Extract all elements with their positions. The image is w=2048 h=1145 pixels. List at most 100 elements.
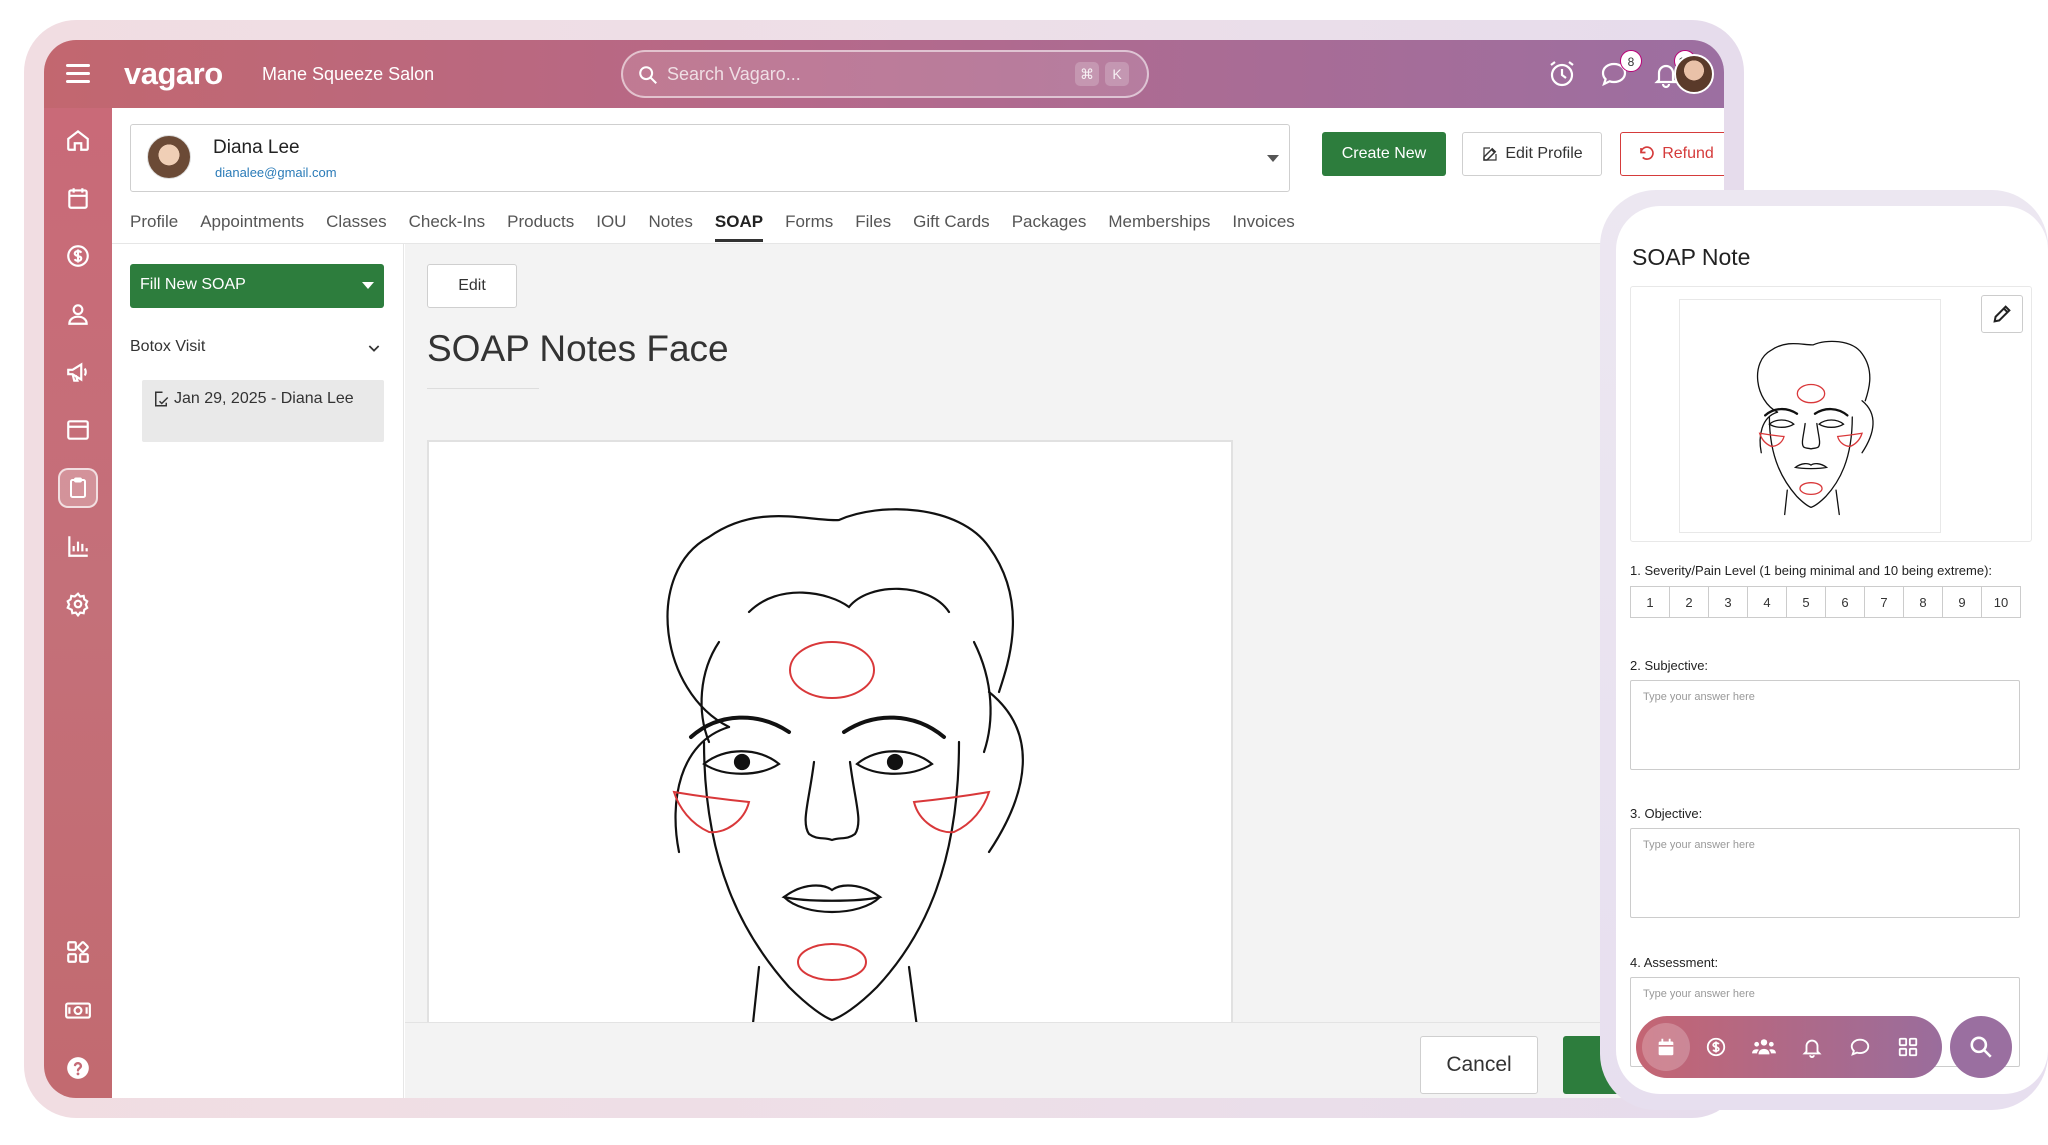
scale-option[interactable]: 3: [1708, 586, 1748, 618]
question-severity: 1. Severity/Pain Level (1 being minimal …: [1630, 563, 1993, 578]
soap-content: Edit SOAP Notes Face Cancel: [405, 244, 1724, 1098]
k-key: K: [1105, 62, 1129, 86]
scale-option[interactable]: 7: [1864, 586, 1904, 618]
client-avatar: [147, 135, 191, 179]
calendar-icon[interactable]: [58, 178, 98, 218]
title-underline: [427, 388, 539, 389]
megaphone-icon[interactable]: [58, 352, 98, 392]
question-assessment: 4. Assessment:: [1630, 955, 1719, 970]
severity-scale: 1 2 3 4 5 6 7 8 9 10: [1630, 586, 2021, 618]
top-bar: vagaro Mane Squeeze Salon Search Vagaro.…: [44, 40, 1724, 108]
tab-gift-cards[interactable]: Gift Cards: [913, 206, 990, 242]
question-subjective: 2. Subjective:: [1630, 658, 1709, 673]
tab-forms[interactable]: Forms: [785, 206, 833, 242]
dollar-icon[interactable]: [58, 236, 98, 276]
create-new-button[interactable]: Create New: [1322, 132, 1446, 176]
search-bar[interactable]: Search Vagaro... ⌘ K: [621, 50, 1149, 98]
chat-icon[interactable]: [1836, 1023, 1884, 1071]
undo-icon: [1640, 146, 1654, 160]
scale-option[interactable]: 10: [1981, 586, 2021, 618]
clipboard-icon[interactable]: [58, 468, 98, 508]
alarm-clock-icon[interactable]: [1546, 58, 1578, 90]
pencil-icon[interactable]: [1981, 295, 2023, 333]
cmd-key: ⌘: [1075, 62, 1099, 86]
fill-new-soap-button[interactable]: Fill New SOAP: [130, 264, 384, 308]
subjective-field[interactable]: Type your answer here: [1630, 680, 2020, 770]
question-objective: 3. Objective:: [1630, 806, 1703, 821]
tab-classes[interactable]: Classes: [326, 206, 386, 242]
client-email[interactable]: dianalee@gmail.com: [215, 165, 337, 180]
client-name: Diana Lee: [213, 137, 300, 158]
refund-button[interactable]: Refund: [1620, 132, 1724, 176]
gear-icon[interactable]: [58, 584, 98, 624]
scale-option[interactable]: 6: [1825, 586, 1865, 618]
menu-icon[interactable]: [66, 64, 90, 84]
search-icon[interactable]: [1950, 1016, 2012, 1078]
tab-products[interactable]: Products: [507, 206, 574, 242]
chart-icon[interactable]: [58, 526, 98, 566]
scale-option[interactable]: 1: [1630, 586, 1670, 618]
objective-field[interactable]: Type your answer here: [1630, 828, 2020, 918]
phone-screen: SOAP Note 1. Severity/Pain Level (1 bein…: [1616, 206, 2048, 1094]
tab-check-ins[interactable]: Check-Ins: [409, 206, 486, 242]
user-icon[interactable]: [58, 294, 98, 334]
face-image-box: [1630, 286, 2032, 542]
edit-icon: [1483, 147, 1497, 161]
face-thumbnail-drawing: [1756, 340, 1874, 516]
chevron-down-icon[interactable]: [1267, 155, 1279, 162]
dropdown-caret-icon: [362, 282, 374, 289]
face-diagram: [666, 508, 1024, 1040]
browser-icon[interactable]: [58, 410, 98, 450]
soap-entry-label: Jan 29, 2025 - Diana Lee: [174, 390, 354, 407]
main-area: Diana Lee dianalee@gmail.com Create New …: [112, 108, 1724, 1098]
refund-label: Refund: [1662, 145, 1714, 162]
face-thumbnail: [1679, 299, 1941, 533]
apps-icon[interactable]: [58, 932, 98, 972]
client-selector[interactable]: Diana Lee dianalee@gmail.com: [130, 124, 1290, 192]
tab-invoices[interactable]: Invoices: [1232, 206, 1294, 242]
chevron-down-icon: [368, 345, 380, 352]
objective-placeholder: Type your answer here: [1643, 839, 1755, 851]
tab-memberships[interactable]: Memberships: [1108, 206, 1210, 242]
page-title: SOAP Notes Face: [427, 328, 729, 369]
edit-button[interactable]: Edit: [427, 264, 517, 308]
calendar-icon[interactable]: [1642, 1023, 1690, 1071]
edit-profile-button[interactable]: Edit Profile: [1462, 132, 1602, 176]
tab-iou[interactable]: IOU: [596, 206, 626, 242]
team-icon[interactable]: [1740, 1023, 1788, 1071]
scale-option[interactable]: 2: [1669, 586, 1709, 618]
user-avatar[interactable]: [1674, 54, 1714, 94]
vagaro-logo[interactable]: vagaro: [124, 56, 223, 92]
scale-option[interactable]: 5: [1786, 586, 1826, 618]
cancel-button[interactable]: Cancel: [1420, 1036, 1538, 1094]
search-placeholder: Search Vagaro...: [667, 64, 801, 84]
help-icon[interactable]: [58, 1048, 98, 1088]
edit-profile-label: Edit Profile: [1505, 145, 1583, 162]
tab-profile[interactable]: Profile: [130, 206, 178, 242]
tab-packages[interactable]: Packages: [1012, 206, 1087, 242]
home-icon[interactable]: [58, 120, 98, 160]
scale-option[interactable]: 8: [1903, 586, 1943, 618]
folder-label: Botox Visit: [130, 338, 206, 355]
scale-option[interactable]: 9: [1942, 586, 1982, 618]
tab-soap[interactable]: SOAP: [714, 206, 764, 242]
salon-name[interactable]: Mane Squeeze Salon: [262, 64, 434, 85]
dollar-icon[interactable]: [1692, 1023, 1740, 1071]
assessment-placeholder: Type your answer here: [1643, 988, 1755, 1000]
messages-badge: 8: [1620, 50, 1642, 72]
sidebar: [44, 108, 112, 1098]
subjective-placeholder: Type your answer here: [1643, 691, 1755, 703]
soap-entry[interactable]: Jan 29, 2025 - Diana Lee: [142, 380, 384, 442]
bottom-dock: [1636, 1016, 1942, 1078]
search-icon: [639, 66, 657, 84]
cash-icon[interactable]: [58, 990, 98, 1030]
apps-icon[interactable]: [1884, 1023, 1932, 1071]
tab-files[interactable]: Files: [855, 206, 891, 242]
bell-icon[interactable]: [1788, 1023, 1836, 1071]
soap-list-pane: Fill New SOAP Botox Visit Jan 29, 2025 -…: [112, 244, 404, 1098]
tab-notes[interactable]: Notes: [648, 206, 692, 242]
folder-botox-visit[interactable]: Botox Visit: [130, 338, 384, 356]
profile-tabs: Profile Appointments Classes Check-Ins P…: [130, 206, 1317, 242]
scale-option[interactable]: 4: [1747, 586, 1787, 618]
tab-appointments[interactable]: Appointments: [200, 206, 304, 242]
